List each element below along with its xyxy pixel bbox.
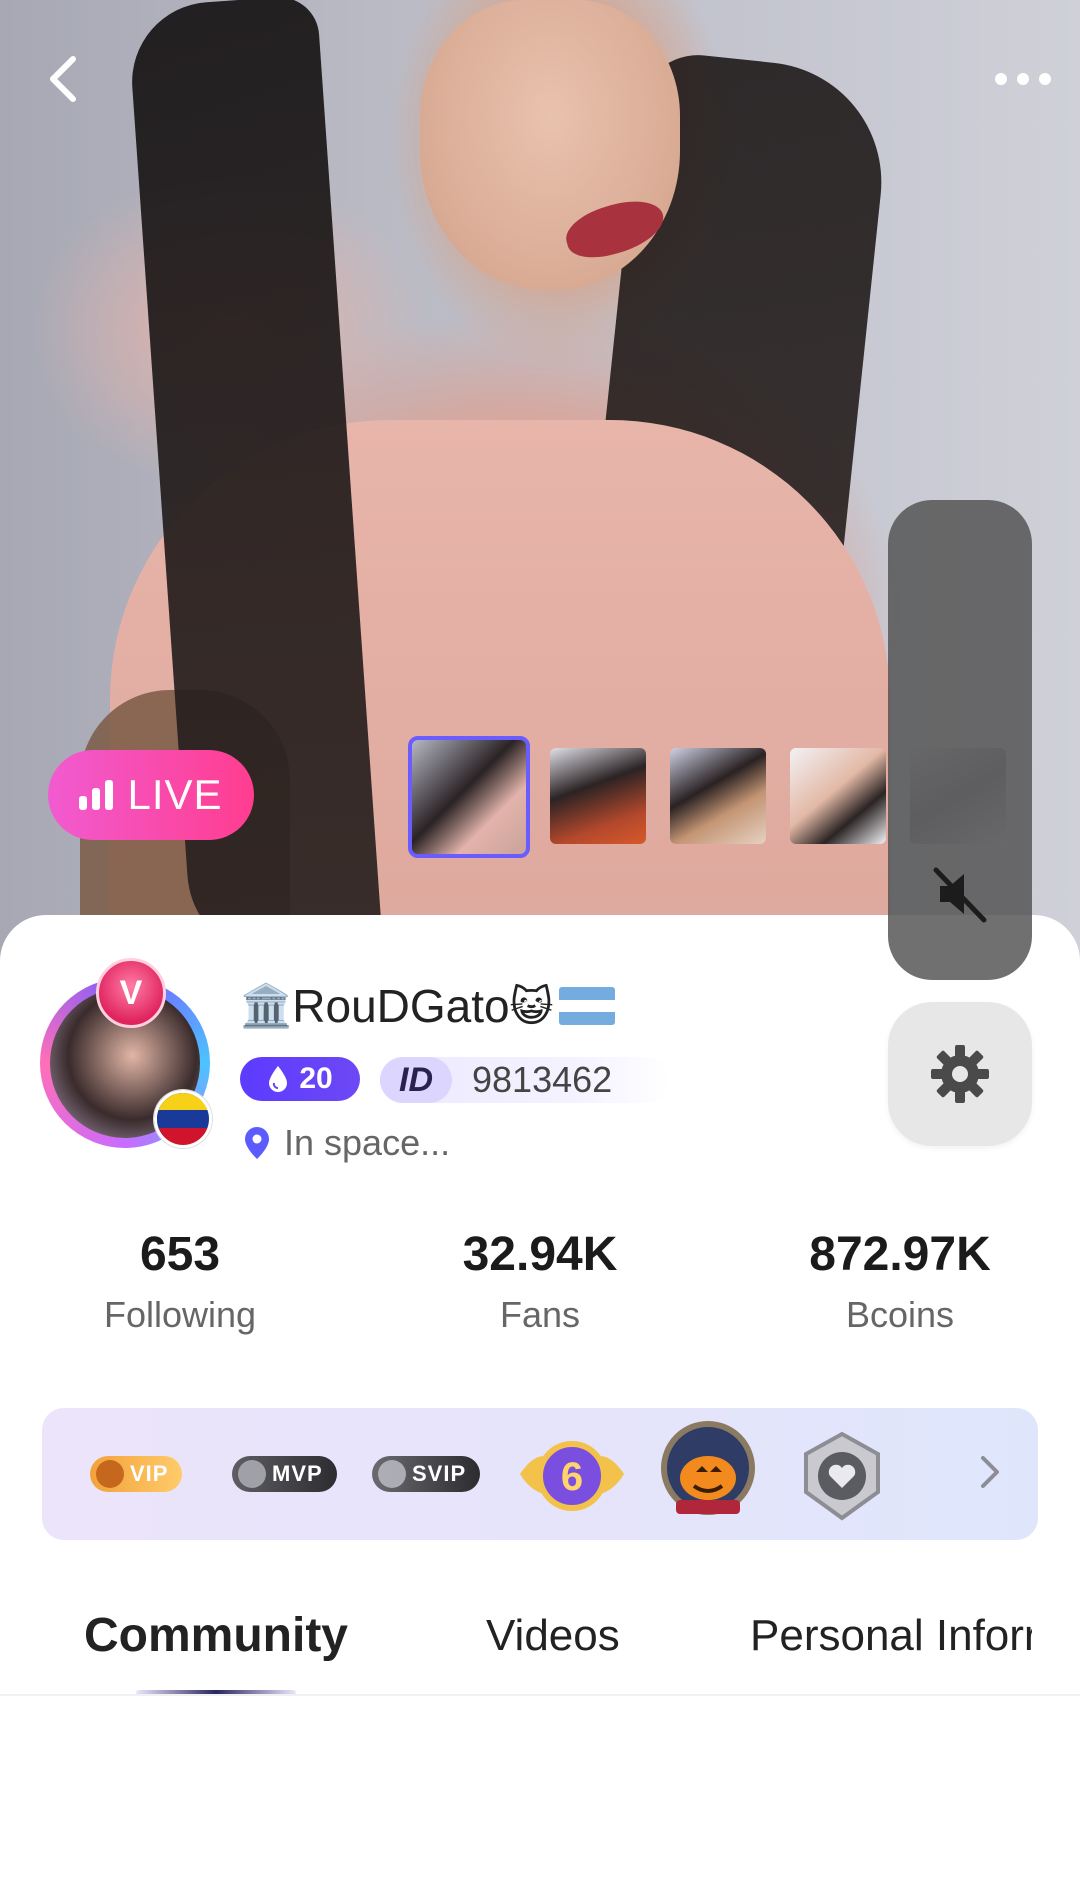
level-6-wings-medal[interactable]: 6	[510, 1424, 634, 1524]
username-suffix-emoji: 😺	[509, 982, 554, 1030]
heart-medal-icon	[804, 1431, 880, 1521]
back-button[interactable]	[28, 44, 98, 114]
venezuela-flag-icon	[154, 1090, 212, 1148]
photo-thumbnail-selected[interactable]	[408, 736, 530, 858]
drop-icon	[269, 1066, 288, 1092]
more-options-button[interactable]	[988, 44, 1058, 114]
location-pin-icon	[245, 1127, 269, 1159]
stat-fans[interactable]: 32.94K Fans	[380, 1226, 700, 1340]
tab-community[interactable]: Community	[84, 1606, 348, 1666]
speaker-muted-icon	[933, 867, 987, 923]
medal-level-number: 6	[561, 1455, 583, 1499]
level-value: 20	[299, 1062, 333, 1095]
stat-following[interactable]: 653 Following	[20, 1226, 340, 1340]
svip-badge[interactable]: SVIP	[372, 1456, 481, 1492]
medals-strip[interactable]: VIP MVP SVIP 6	[42, 1408, 1038, 1540]
live-bars-icon	[79, 780, 114, 810]
location: In space...	[244, 1118, 450, 1168]
settings-button[interactable]	[888, 1002, 1032, 1146]
location-text: In space...	[284, 1122, 451, 1163]
mute-button[interactable]	[922, 856, 998, 932]
stat-label: Fans	[499, 1294, 581, 1335]
verified-v-badge: V	[96, 958, 166, 1028]
level-6-wings-medal-icon: 6	[520, 1441, 624, 1511]
avatar[interactable]: V	[36, 958, 220, 1158]
argentina-flag-icon	[559, 987, 616, 1025]
live-label: LIVE	[127, 771, 223, 818]
more-horizontal-icon	[995, 73, 1051, 85]
vip-badge[interactable]: VIP	[90, 1456, 183, 1492]
photo-thumbnail[interactable]	[550, 748, 646, 844]
volume-panel[interactable]	[888, 500, 1032, 980]
medals-more-button[interactable]	[978, 1452, 1002, 1497]
stat-label: Following	[103, 1294, 257, 1335]
photo-thumbnail[interactable]	[790, 748, 886, 844]
chevron-right-icon	[981, 1456, 999, 1488]
stat-value: 32.94K	[462, 1228, 618, 1281]
mvp-badge[interactable]: MVP	[232, 1456, 337, 1492]
pumpkin-medal-icon	[661, 1421, 755, 1515]
svip-label: SVIP	[412, 1461, 467, 1486]
tab-videos[interactable]: Videos	[486, 1606, 620, 1666]
cover-photo-shape	[420, 0, 680, 290]
username-text: RouDGato	[292, 980, 510, 1032]
vip-label: VIP	[130, 1461, 169, 1486]
username-prefix-emoji: 🏛️	[240, 981, 293, 1029]
stat-bcoins[interactable]: 872.97K Bcoins	[740, 1226, 1060, 1340]
level-badge[interactable]: 20	[240, 1057, 360, 1101]
silver-heart-medal[interactable]	[794, 1430, 890, 1522]
stat-label: Bcoins	[845, 1294, 955, 1335]
id-value: 9813462	[472, 1059, 613, 1100]
gear-icon	[931, 1045, 989, 1103]
tab-personal-info[interactable]: Personal Inforr	[750, 1606, 1032, 1666]
chevron-left-icon	[50, 56, 76, 102]
stat-value: 872.97K	[809, 1228, 991, 1281]
tab-divider	[0, 1694, 1080, 1696]
live-button[interactable]: LIVE	[48, 750, 254, 840]
stat-value: 653	[139, 1228, 221, 1281]
mvp-label: MVP	[272, 1461, 323, 1486]
tab-personal-info-clip: Personal Inforr	[750, 1590, 1032, 1680]
id-label: ID	[380, 1057, 452, 1103]
username: 🏛️ RouDGato 😺	[240, 976, 616, 1036]
user-id[interactable]: ID 9813462	[380, 1057, 670, 1103]
halloween-pumpkin-medal[interactable]	[648, 1414, 768, 1534]
photo-thumbnail[interactable]	[670, 748, 766, 844]
